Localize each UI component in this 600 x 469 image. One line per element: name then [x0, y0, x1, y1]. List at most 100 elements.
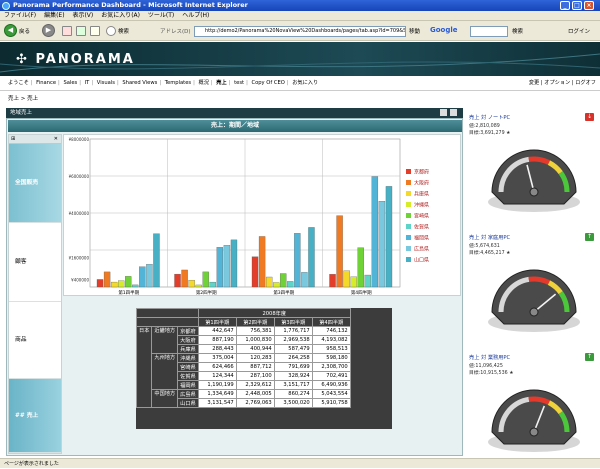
- minimize-button[interactable]: _: [560, 1, 570, 10]
- home-icon[interactable]: [90, 26, 100, 36]
- nav-item-visuals[interactable]: Visuals: [97, 80, 115, 86]
- bar[interactable]: [364, 274, 371, 288]
- menu-view[interactable]: 表示(V): [72, 12, 93, 19]
- bar[interactable]: [385, 186, 393, 288]
- bar[interactable]: [181, 269, 188, 288]
- bar[interactable]: [350, 276, 357, 288]
- side-item-customer[interactable]: 顧客: [9, 223, 61, 302]
- go-button[interactable]: 移動: [409, 27, 420, 35]
- bar[interactable]: [195, 284, 202, 288]
- pivot-prefecture[interactable]: 兵庫県: [177, 344, 199, 354]
- pivot-quarter-header[interactable]: 第2四半期: [235, 317, 275, 327]
- nav-item-overview[interactable]: 概況: [199, 80, 209, 86]
- gauge-title[interactable]: 売上 対 ノートPC: [469, 114, 510, 121]
- gauge-title[interactable]: 売上 対 家庭用PC: [469, 234, 510, 241]
- bar[interactable]: [103, 271, 111, 288]
- back-arrow-icon[interactable]: ◀: [4, 24, 17, 37]
- bar[interactable]: [336, 215, 343, 288]
- menu-favorites[interactable]: お気に入り(A): [101, 12, 140, 19]
- stop-icon[interactable]: [62, 26, 72, 36]
- refresh-icon[interactable]: [76, 26, 86, 36]
- menu-help[interactable]: ヘルプ(H): [182, 12, 209, 19]
- back-label[interactable]: 戻る: [19, 27, 30, 35]
- address-input[interactable]: http://demo2/Panorama%20NovaView%20Dashb…: [194, 26, 406, 37]
- bar[interactable]: [146, 264, 153, 288]
- bar[interactable]: [188, 280, 195, 288]
- pivot-prefecture[interactable]: 山口県: [177, 398, 199, 408]
- bar[interactable]: [287, 281, 294, 288]
- bar[interactable]: [153, 233, 160, 288]
- bar[interactable]: [273, 282, 280, 288]
- pivot-region[interactable]: 近畿地方: [151, 326, 179, 354]
- bar[interactable]: [258, 236, 266, 288]
- nav-item-test[interactable]: test: [234, 80, 244, 86]
- pivot-prefecture[interactable]: 沖縄県: [177, 353, 199, 363]
- bar[interactable]: [251, 256, 259, 288]
- google-search-button[interactable]: 検索: [512, 27, 523, 35]
- bar[interactable]: [378, 201, 386, 288]
- nav-item-favorites[interactable]: お気に入り: [292, 80, 318, 86]
- nav-item-sales[interactable]: Sales: [63, 80, 77, 86]
- menu-file[interactable]: ファイル(F): [4, 12, 36, 19]
- bar[interactable]: [125, 276, 132, 288]
- bar[interactable]: [230, 239, 238, 288]
- export-icon[interactable]: [440, 109, 447, 116]
- search-icon[interactable]: [106, 26, 116, 36]
- pivot-quarter-header[interactable]: 第4四半期: [311, 317, 351, 327]
- bar[interactable]: [96, 279, 104, 288]
- maximize-button[interactable]: □: [572, 1, 582, 10]
- bar[interactable]: [132, 284, 139, 288]
- google-search-input[interactable]: [470, 26, 508, 37]
- login-link[interactable]: ログイン: [568, 27, 590, 35]
- pivot-prefecture[interactable]: 宮崎県: [177, 362, 199, 372]
- bar[interactable]: [209, 281, 216, 288]
- pivot-region[interactable]: 中国地方: [151, 389, 179, 408]
- bar[interactable]: [308, 227, 315, 288]
- nav-item-it[interactable]: IT: [85, 80, 90, 86]
- close-button[interactable]: ×: [584, 1, 594, 10]
- pivot-year-header[interactable]: 2008年度: [197, 308, 351, 318]
- pivot-quarter-header[interactable]: 第3四半期: [273, 317, 313, 327]
- nav-item-shared-views[interactable]: Shared Views: [122, 80, 157, 86]
- bar[interactable]: [202, 271, 209, 288]
- bar[interactable]: [139, 266, 146, 288]
- side-item-product[interactable]: 商品: [9, 302, 61, 379]
- nav-item-copy-of-ceo[interactable]: Copy Of CEO: [251, 80, 284, 86]
- pivot-region[interactable]: 九州地方: [151, 353, 179, 390]
- pivot-prefecture[interactable]: 京都府: [177, 326, 199, 336]
- nav-item-templates[interactable]: Templates: [165, 80, 191, 86]
- forward-arrow-icon[interactable]: ▶: [42, 24, 55, 37]
- bar[interactable]: [371, 176, 379, 288]
- grid-icon[interactable]: ⊞: [11, 136, 15, 142]
- pivot-country[interactable]: 日本: [135, 326, 153, 408]
- pivot-quarter-header[interactable]: 第1四半期: [197, 317, 237, 327]
- bar[interactable]: [265, 276, 273, 288]
- pivot-prefecture[interactable]: 佐賀県: [177, 371, 199, 381]
- bar[interactable]: [216, 247, 224, 288]
- nav-right-links[interactable]: 変更 | オプション | ログオフ: [529, 76, 596, 91]
- bar[interactable]: [174, 273, 181, 288]
- gauge-title[interactable]: 売上 対 業務用PC: [469, 354, 510, 361]
- search-label[interactable]: 検索: [118, 27, 129, 35]
- nav-item-uriage[interactable]: 売上: [216, 80, 226, 86]
- pivot-prefecture[interactable]: 大阪府: [177, 335, 199, 345]
- bar[interactable]: [357, 247, 364, 288]
- nav-item-welcome[interactable]: ようこそ: [8, 80, 29, 86]
- close-panel-icon[interactable]: [450, 109, 457, 116]
- pivot-prefecture[interactable]: 福岡県: [177, 380, 199, 390]
- bar[interactable]: [294, 233, 301, 288]
- bar[interactable]: [118, 280, 125, 288]
- side-item-national-sales[interactable]: 全国販売: [9, 144, 61, 223]
- bar[interactable]: [110, 281, 118, 288]
- menu-tools[interactable]: ツール(T): [148, 12, 174, 19]
- nav-item-finance[interactable]: Finance: [36, 80, 56, 86]
- bar[interactable]: [343, 270, 350, 288]
- menu-edit[interactable]: 編集(E): [44, 12, 64, 19]
- side-item-sales[interactable]: ## 売上: [9, 379, 61, 453]
- bar[interactable]: [301, 272, 308, 288]
- bar[interactable]: [329, 274, 336, 288]
- pivot-prefecture[interactable]: 広島県: [177, 389, 199, 399]
- bar[interactable]: [223, 245, 231, 288]
- close-x-icon[interactable]: ✕: [54, 136, 58, 142]
- bar[interactable]: [280, 273, 287, 288]
